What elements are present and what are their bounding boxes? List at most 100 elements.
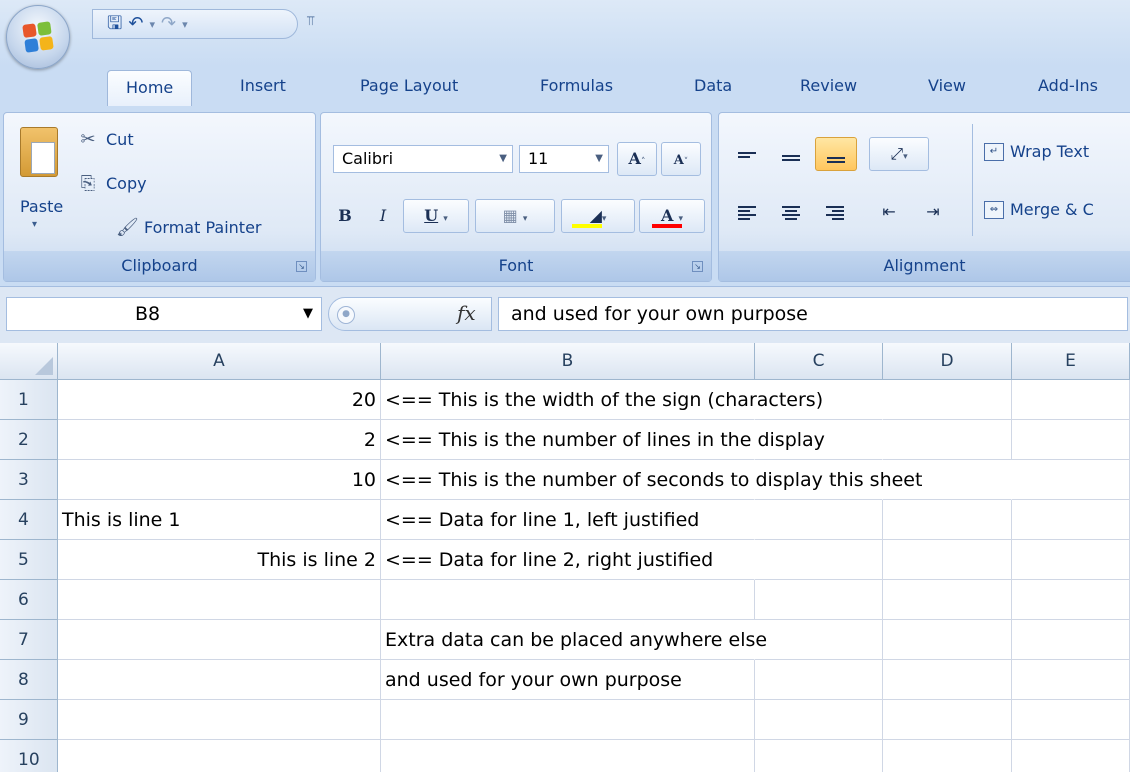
- tab-data[interactable]: Data: [694, 76, 732, 95]
- font-name-combobox[interactable]: Calibri ▼: [333, 145, 513, 173]
- cell-d5[interactable]: [883, 540, 1012, 580]
- name-box-dropdown-icon[interactable]: ▼: [303, 298, 313, 330]
- tab-add-ins[interactable]: Add-Ins: [1038, 76, 1098, 95]
- bold-button[interactable]: B: [327, 199, 363, 233]
- clipboard-launcher-icon[interactable]: ↘: [296, 261, 307, 272]
- column-header-c[interactable]: C: [755, 343, 883, 380]
- tab-insert[interactable]: Insert: [240, 76, 286, 95]
- cell-e6[interactable]: [1012, 580, 1130, 620]
- cell-c4[interactable]: [755, 500, 883, 540]
- fill-color-button[interactable]: ◢▾: [561, 199, 635, 233]
- undo-icon[interactable]: ↶: [128, 15, 143, 33]
- font-size-dropdown-icon[interactable]: ▼: [595, 146, 603, 172]
- format-painter-button[interactable]: 🖌 Format Painter: [116, 217, 261, 238]
- cell-a1[interactable]: 20: [58, 380, 381, 420]
- cell-c9[interactable]: [755, 700, 883, 740]
- row-header[interactable]: 8: [0, 660, 58, 700]
- redo-dropdown-icon[interactable]: ▾: [182, 18, 188, 31]
- cell-d1[interactable]: [883, 380, 1012, 420]
- cell-a9[interactable]: [58, 700, 381, 740]
- column-header-a[interactable]: A: [58, 343, 381, 380]
- select-all-corner[interactable]: [0, 343, 58, 380]
- column-header-b[interactable]: B: [381, 343, 755, 380]
- row-header[interactable]: 6: [0, 580, 58, 620]
- cell-e3[interactable]: [1012, 460, 1130, 500]
- underline-button[interactable]: U ▾: [403, 199, 469, 233]
- cell-b3[interactable]: <== This is the number of seconds to dis…: [381, 460, 922, 500]
- cell-c8[interactable]: [755, 660, 883, 700]
- tab-view[interactable]: View: [928, 76, 966, 95]
- bottom-align-button[interactable]: [815, 137, 857, 171]
- align-right-button[interactable]: [815, 195, 855, 229]
- increase-indent-button[interactable]: ⇥: [913, 195, 953, 229]
- cell-d8[interactable]: [883, 660, 1012, 700]
- copy-button[interactable]: ⎘ Copy: [78, 173, 147, 194]
- cell-d4[interactable]: [883, 500, 1012, 540]
- row-header[interactable]: 7: [0, 620, 58, 660]
- cell-d9[interactable]: [883, 700, 1012, 740]
- cell-d10[interactable]: [883, 740, 1012, 772]
- row-header[interactable]: 4: [0, 500, 58, 540]
- grow-font-button[interactable]: A˄: [617, 142, 657, 176]
- tab-review[interactable]: Review: [800, 76, 857, 95]
- column-header-e[interactable]: E: [1012, 343, 1130, 380]
- cell-c5[interactable]: [755, 540, 883, 580]
- cell-b10[interactable]: [381, 740, 755, 772]
- font-color-button[interactable]: A ▾: [639, 199, 705, 233]
- align-left-button[interactable]: [727, 195, 767, 229]
- merge-center-button[interactable]: ⇔ Merge & C: [984, 200, 1094, 219]
- paste-dropdown-icon[interactable]: ▾: [32, 219, 37, 230]
- cell-b2[interactable]: <== This is the number of lines in the d…: [381, 420, 825, 460]
- font-size-combobox[interactable]: 11 ▼: [519, 145, 609, 173]
- cell-c10[interactable]: [755, 740, 883, 772]
- cell-e5[interactable]: [1012, 540, 1130, 580]
- cell-e10[interactable]: [1012, 740, 1130, 772]
- cell-e1[interactable]: [1012, 380, 1130, 420]
- cell-a5[interactable]: This is line 2: [58, 540, 381, 580]
- formula-input[interactable]: and used for your own purpose: [498, 297, 1128, 331]
- top-align-button[interactable]: [727, 137, 767, 171]
- font-launcher-icon[interactable]: ↘: [692, 261, 703, 272]
- cell-d6[interactable]: [883, 580, 1012, 620]
- cell-b4[interactable]: <== Data for line 1, left justified: [381, 500, 755, 540]
- cell-b5[interactable]: <== Data for line 2, right justified: [381, 540, 755, 580]
- insert-function-button[interactable]: fx: [457, 301, 476, 325]
- italic-button[interactable]: I: [365, 199, 401, 233]
- row-header[interactable]: 5: [0, 540, 58, 580]
- cell-c7[interactable]: [755, 620, 883, 660]
- cell-a7[interactable]: [58, 620, 381, 660]
- orientation-button[interactable]: ⤢▾: [869, 137, 929, 171]
- cell-b7[interactable]: Extra data can be placed anywhere else: [381, 620, 767, 660]
- save-icon[interactable]: 🖫: [107, 15, 122, 33]
- cell-b1[interactable]: <== This is the width of the sign (chara…: [381, 380, 823, 420]
- cell-a10[interactable]: [58, 740, 381, 772]
- cell-c1[interactable]: [755, 380, 883, 420]
- cell-e7[interactable]: [1012, 620, 1130, 660]
- cell-c2[interactable]: [755, 420, 883, 460]
- cell-e4[interactable]: [1012, 500, 1130, 540]
- center-button[interactable]: [771, 195, 811, 229]
- cell-a6[interactable]: [58, 580, 381, 620]
- decrease-indent-button[interactable]: ⇤: [869, 195, 909, 229]
- tab-formulas[interactable]: Formulas: [540, 76, 613, 95]
- cut-button[interactable]: ✂ Cut: [78, 129, 133, 150]
- wrap-text-button[interactable]: ↵ Wrap Text: [984, 142, 1089, 161]
- office-button[interactable]: [6, 5, 70, 69]
- cell-e2[interactable]: [1012, 420, 1130, 460]
- cell-b9[interactable]: [381, 700, 755, 740]
- cell-e8[interactable]: [1012, 660, 1130, 700]
- middle-align-button[interactable]: [771, 137, 811, 171]
- row-header[interactable]: 2: [0, 420, 58, 460]
- cell-b6[interactable]: [381, 580, 755, 620]
- borders-button[interactable]: ▦ ▾: [475, 199, 555, 233]
- cell-a2[interactable]: 2: [58, 420, 381, 460]
- cell-a4[interactable]: This is line 1: [58, 500, 381, 540]
- cell-d3[interactable]: [883, 460, 1012, 500]
- row-header[interactable]: 10: [0, 740, 58, 772]
- cell-d2[interactable]: [883, 420, 1012, 460]
- customize-qat-icon[interactable]: ⫪: [307, 14, 314, 29]
- row-header[interactable]: 3: [0, 460, 58, 500]
- row-header[interactable]: 1: [0, 380, 58, 420]
- cell-a8[interactable]: [58, 660, 381, 700]
- name-box[interactable]: B8 ▼: [6, 297, 322, 331]
